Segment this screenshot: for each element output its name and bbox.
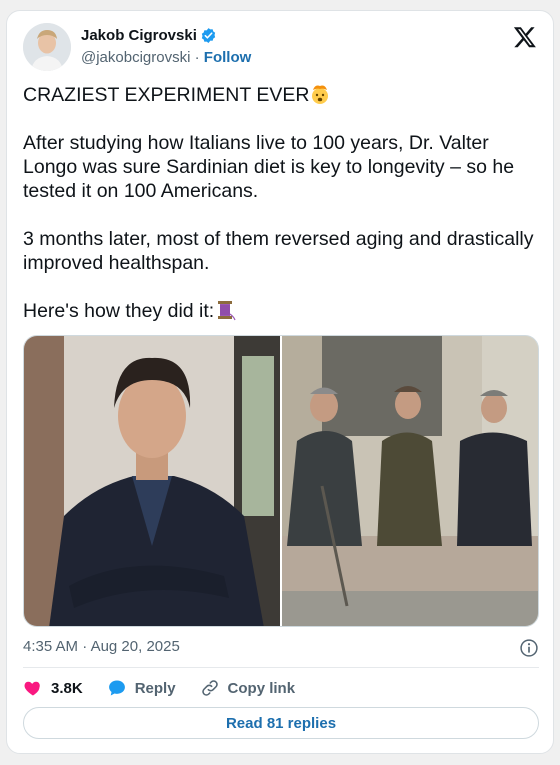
tweet-header: Jakob Cigrovski @jakobcigrovski · Follow [23, 23, 539, 73]
like-button[interactable]: 3.8K [23, 678, 83, 698]
reply-label: Reply [134, 679, 176, 697]
heart-icon [24, 681, 40, 696]
tweet-date[interactable]: Aug 20, 2025 [91, 638, 180, 655]
thread-spool-emoji-icon [214, 299, 236, 321]
copy-link-button[interactable]: Copy link [200, 678, 296, 698]
photo-elderly-men[interactable] [282, 336, 538, 626]
reply-button[interactable]: Reply [107, 678, 176, 698]
action-bar: 3.8K Reply Copy link [23, 675, 295, 701]
handle-row: @jakobcigrovski · Follow [81, 49, 251, 66]
tweet-text: CRAZIEST EXPERIMENT EVER After studying … [23, 83, 539, 323]
tweet-paragraph-2: After studying how Italians live to 100 … [23, 132, 515, 202]
reply-bubble-icon [108, 680, 125, 696]
tweet-paragraph-3: 3 months later, most of them reversed ag… [23, 228, 534, 274]
tweet-paragraph-4: Here's how they did it: [23, 299, 539, 323]
info-icon[interactable] [519, 638, 539, 658]
media-grid [23, 335, 539, 627]
read-replies-button[interactable]: Read 81 replies [23, 707, 539, 739]
link-icon [201, 680, 218, 696]
copy-link-label: Copy link [227, 679, 296, 697]
avatar[interactable] [23, 23, 71, 71]
tweet-paragraph-1: CRAZIEST EXPERIMENT EVER [23, 83, 539, 107]
handle-separator: · [190, 49, 204, 66]
exploding-head-emoji-icon [309, 83, 331, 105]
tweet-timestamp[interactable]: 4:35 AM · Aug 20, 2025 [23, 638, 539, 662]
divider [23, 667, 539, 668]
photo-portrait[interactable] [24, 336, 280, 626]
author-name[interactable]: Jakob Cigrovski [81, 27, 197, 44]
tweet-time[interactable]: 4:35 AM [23, 638, 78, 655]
author-handle[interactable]: @jakobcigrovski [81, 49, 190, 66]
follow-link[interactable]: Follow [204, 49, 252, 66]
x-logo-icon[interactable] [513, 25, 539, 51]
like-count: 3.8K [51, 679, 83, 697]
timestamp-separator: · [78, 638, 91, 655]
tweet-card: Jakob Cigrovski @jakobcigrovski · Follow… [6, 10, 554, 754]
verified-badge-icon [200, 27, 217, 44]
